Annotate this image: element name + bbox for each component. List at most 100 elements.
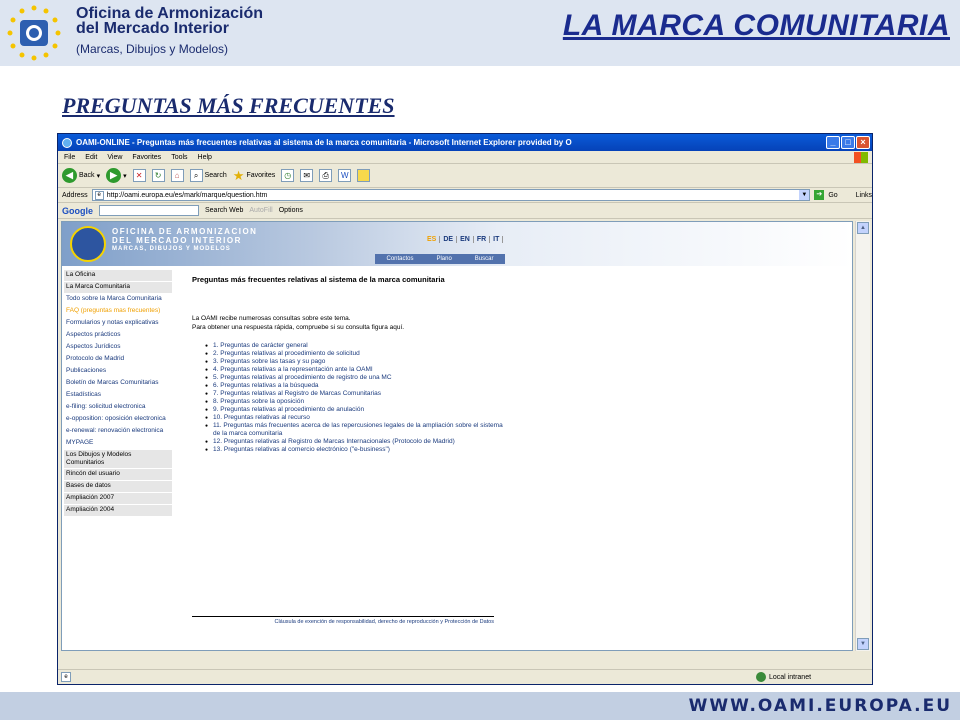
sidebar-item[interactable]: MYPAGE bbox=[64, 438, 172, 450]
print-icon[interactable]: ⎙ bbox=[319, 169, 333, 182]
home-icon[interactable]: ⌂ bbox=[170, 169, 184, 182]
chevron-down-icon[interactable]: ▾ bbox=[97, 172, 101, 180]
faq-question-link[interactable]: 1. Preguntas de carácter general bbox=[205, 342, 505, 350]
sidebar-item[interactable]: Formularios y notas explicativas bbox=[64, 318, 172, 330]
faq-question-link[interactable]: 2. Preguntas relativas al procedimiento … bbox=[205, 350, 505, 358]
mail-icon[interactable]: ✉ bbox=[300, 169, 314, 182]
sidebar-item[interactable]: e-renewal: renovación electronica bbox=[64, 426, 172, 438]
word-icon[interactable]: W bbox=[338, 169, 352, 182]
menu-help[interactable]: Help bbox=[198, 154, 212, 161]
faq-question-link[interactable]: 3. Preguntas sobre las tasas y su pago bbox=[205, 358, 505, 366]
go-button[interactable]: Go bbox=[828, 192, 837, 199]
sidebar-item[interactable]: La Marca Comunitaria bbox=[64, 282, 172, 294]
link-buscar[interactable]: Buscar bbox=[475, 256, 494, 262]
refresh-icon[interactable]: ↻ bbox=[151, 169, 165, 182]
google-search-input[interactable] bbox=[99, 205, 199, 216]
minimize-button[interactable]: _ bbox=[826, 136, 840, 149]
google-autofill-button[interactable]: AutoFill bbox=[249, 207, 272, 214]
address-input[interactable]: e http://oami.europa.eu/es/mark/marque/q… bbox=[91, 189, 811, 201]
faq-question-label: 11. Preguntas más frecuentes acerca de l… bbox=[213, 422, 503, 437]
faq-question-link[interactable]: 11. Preguntas más frecuentes acerca de l… bbox=[205, 422, 505, 438]
link-contactos[interactable]: Contactos bbox=[386, 256, 413, 262]
org-name: Oficina de Armonización del Mercado Inte… bbox=[76, 5, 263, 37]
lang-it[interactable]: IT bbox=[490, 236, 504, 243]
history-icon[interactable]: ◷ bbox=[281, 169, 295, 182]
scroll-up-icon[interactable]: ▲ bbox=[857, 222, 869, 234]
links-button[interactable]: Links bbox=[856, 192, 872, 199]
faq-question-link[interactable]: 9. Preguntas relativas al procedimiento … bbox=[205, 406, 505, 414]
sidebar-item[interactable]: Aspectos prácticos bbox=[64, 330, 172, 342]
status-zone: Local intranet bbox=[756, 672, 811, 682]
menu-edit[interactable]: Edit bbox=[85, 154, 97, 161]
sidebar-item[interactable]: Ampliación 2007 bbox=[64, 493, 172, 505]
lang-fr[interactable]: FR bbox=[474, 236, 491, 243]
language-bar: ES DE EN FR IT bbox=[424, 236, 504, 243]
search-button[interactable]: ⌕ Search bbox=[189, 169, 227, 182]
lang-es[interactable]: ES bbox=[424, 236, 441, 243]
toolbar: ◀ Back ▾ ▶ ▾ ✕ ↻ ⌂ ⌕ Search ★ Favorites … bbox=[58, 164, 872, 188]
faq-question-label: 5. Preguntas relativas al procedimiento … bbox=[213, 374, 392, 381]
google-logo[interactable]: Google bbox=[62, 206, 93, 216]
vertical-scrollbar[interactable]: ▲ ▼ bbox=[855, 221, 870, 651]
sidebar-item[interactable]: e-opposition: oposición electronica bbox=[64, 414, 172, 426]
sidebar-item[interactable]: Los Dibujos y Modelos Comunitarios bbox=[64, 450, 172, 469]
windows-logo-icon bbox=[854, 152, 868, 163]
sidebar-item[interactable]: Estadísticas bbox=[64, 390, 172, 402]
faq-question-link[interactable]: 10. Preguntas relativas al recurso bbox=[205, 414, 505, 422]
close-button[interactable]: × bbox=[856, 136, 870, 149]
org-name-line2: del Mercado Interior bbox=[76, 20, 229, 37]
go-arrow-icon[interactable]: ➔ bbox=[814, 190, 825, 200]
sidebar-item[interactable]: Boletín de Marcas Comunitarias bbox=[64, 378, 172, 390]
chevron-down-icon[interactable]: ▾ bbox=[123, 172, 127, 180]
link-plano[interactable]: Plano bbox=[436, 256, 451, 262]
forward-button[interactable]: ▶ ▾ bbox=[106, 168, 127, 183]
banner-text-2: DEL MERCADO INTERIOR bbox=[112, 236, 242, 245]
faq-title: Preguntas más frecuentes relativas al si… bbox=[192, 275, 445, 284]
sidebar-item[interactable]: Publicaciones bbox=[64, 366, 172, 378]
slide-header: Oficina de Armonización del Mercado Inte… bbox=[0, 0, 960, 66]
back-arrow-icon: ◀ bbox=[62, 168, 77, 183]
faq-question-label: 10. Preguntas relativas al recurso bbox=[213, 414, 310, 421]
faq-question-link[interactable]: 7. Preguntas relativas al Registro de Ma… bbox=[205, 390, 505, 398]
maximize-button[interactable]: □ bbox=[841, 136, 855, 149]
slide-subtitle: PREGUNTAS MÁS FRECUENTES bbox=[62, 93, 395, 118]
google-search-web-button[interactable]: Search Web bbox=[205, 207, 243, 214]
menu-view[interactable]: View bbox=[107, 154, 122, 161]
sidebar-item[interactable]: La Oficina bbox=[64, 270, 172, 282]
faq-question-label: 9. Preguntas relativas al procedimiento … bbox=[213, 406, 365, 413]
faq-question-link[interactable]: 6. Preguntas relativas a la búsqueda bbox=[205, 382, 505, 390]
stop-icon[interactable]: ✕ bbox=[132, 169, 146, 182]
back-button[interactable]: ◀ Back ▾ bbox=[62, 168, 100, 183]
menu-favorites[interactable]: Favorites bbox=[132, 154, 161, 161]
sidebar-item[interactable]: e-filing: solicitud electronica bbox=[64, 402, 172, 414]
footer-url: WWW.OAMI.EUROPA.EU bbox=[688, 696, 952, 716]
faq-question-link[interactable]: 8. Preguntas sobre la oposición bbox=[205, 398, 505, 406]
favorites-button[interactable]: ★ Favorites bbox=[233, 168, 275, 184]
chevron-down-icon[interactable]: ▼ bbox=[799, 190, 810, 200]
faq-question-link[interactable]: 13. Preguntas relativas al comercio elec… bbox=[205, 446, 505, 454]
page-icon: e bbox=[94, 190, 104, 200]
faq-question-link[interactable]: 4. Preguntas relativas a la representaci… bbox=[205, 366, 505, 374]
google-options-button[interactable]: Options bbox=[279, 207, 303, 214]
sidebar-item[interactable]: Aspectos Jurídicos bbox=[64, 342, 172, 354]
menu-bar: File Edit View Favorites Tools Help bbox=[58, 151, 872, 164]
faq-intro-line1: La OAMI recibe numerosas consultas sobre… bbox=[192, 315, 351, 322]
faq-question-label: 4. Preguntas relativas a la representaci… bbox=[213, 366, 373, 373]
disclaimer-link[interactable]: Cláusula de exención de responsabilidad,… bbox=[192, 616, 494, 625]
sidebar-item[interactable]: Bases de datos bbox=[64, 481, 172, 493]
lang-de[interactable]: DE bbox=[440, 236, 458, 243]
menu-file[interactable]: File bbox=[64, 154, 75, 161]
sidebar-item[interactable]: Todo sobre la Marca Comunitaria bbox=[64, 294, 172, 306]
faq-question-link[interactable]: 12. Preguntas relativas al Registro de M… bbox=[205, 438, 505, 446]
folder-icon[interactable] bbox=[357, 169, 371, 182]
lang-en[interactable]: EN bbox=[457, 236, 474, 243]
menu-tools[interactable]: Tools bbox=[171, 154, 187, 161]
sidebar-item[interactable]: Ampliación 2004 bbox=[64, 505, 172, 517]
sidebar-item[interactable]: FAQ (preguntas mas frecuentes) bbox=[64, 306, 172, 318]
sidebar-item[interactable]: Rincón del usuario bbox=[64, 469, 172, 481]
org-name-line1: Oficina de Armonización bbox=[76, 5, 263, 22]
sidebar-item[interactable]: Protocolo de Madrid bbox=[64, 354, 172, 366]
faq-question-link[interactable]: 5. Preguntas relativas al procedimiento … bbox=[205, 374, 505, 382]
scroll-down-icon[interactable]: ▼ bbox=[857, 638, 869, 650]
oami-banner-text: OFICINA DE ARMONIZACION DEL MERCADO INTE… bbox=[112, 227, 257, 254]
